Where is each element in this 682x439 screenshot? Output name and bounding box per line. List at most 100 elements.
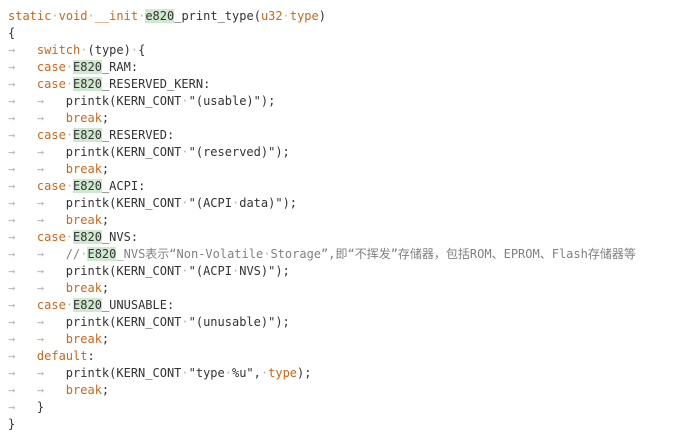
code-line[interactable]: → → printk(KERN_CONT·"(usable)"); xyxy=(8,93,275,110)
whitespace-marker: · xyxy=(181,196,189,210)
whitespace-marker: · xyxy=(181,315,189,329)
whitespace-marker: → → xyxy=(8,213,66,227)
code-token: case xyxy=(36,298,66,312)
code-line[interactable]: → → break; xyxy=(8,280,109,297)
code-token: E820 xyxy=(73,128,102,142)
code-line[interactable]: { xyxy=(8,25,15,42)
code-token: break xyxy=(65,281,102,295)
code-token: break xyxy=(65,111,102,125)
code-token: (type) xyxy=(87,43,131,57)
code-token: E820 xyxy=(73,60,102,74)
whitespace-marker: → → xyxy=(8,145,66,159)
code-line[interactable]: → → printk(KERN_CONT·"(ACPI·data)"); xyxy=(8,195,297,212)
whitespace-marker: → xyxy=(8,128,37,142)
whitespace-marker: · xyxy=(51,9,59,23)
whitespace-marker: · xyxy=(181,264,189,278)
code-line[interactable]: static·void·__init·e820_print_type(u32·t… xyxy=(8,8,326,25)
code-token: case xyxy=(36,60,66,74)
code-token: break xyxy=(65,162,102,176)
whitespace-marker: · xyxy=(65,60,74,74)
code-token: ; xyxy=(101,111,110,125)
whitespace-marker: · xyxy=(130,43,139,57)
whitespace-marker: → xyxy=(8,349,37,363)
code-token: type xyxy=(289,9,319,23)
code-token: "(usable)"); xyxy=(188,94,276,108)
code-token: } xyxy=(36,400,45,414)
code-line[interactable]: → → break; xyxy=(8,331,109,348)
code-line[interactable]: → case·E820_ACPI: xyxy=(8,178,145,195)
code-line[interactable]: → → break; xyxy=(8,382,109,399)
whitespace-marker: · xyxy=(65,179,74,193)
whitespace-marker: → → xyxy=(8,315,66,329)
code-line[interactable]: → case·E820_RESERVED: xyxy=(8,127,174,144)
code-token: default xyxy=(36,349,88,363)
code-token: _print_type( xyxy=(174,9,261,23)
whitespace-marker: · xyxy=(282,9,290,23)
whitespace-marker: · xyxy=(65,128,74,142)
whitespace-marker: → → xyxy=(8,332,66,346)
code-editor[interactable]: static·void·__init·e820_print_type(u32·t… xyxy=(0,0,682,439)
code-token: printk(KERN_CONT xyxy=(65,264,182,278)
code-token: E820 xyxy=(73,298,102,312)
code-token: { xyxy=(138,43,146,57)
code-token: printk(KERN_CONT xyxy=(65,315,182,329)
code-token: : xyxy=(87,349,95,363)
code-token: break xyxy=(65,383,102,397)
whitespace-marker: → xyxy=(8,60,37,74)
code-token: switch xyxy=(36,43,81,57)
code-line[interactable]: } xyxy=(8,416,15,433)
whitespace-marker: · xyxy=(181,94,189,108)
code-token: ; xyxy=(101,383,110,397)
code-token: ; xyxy=(101,162,110,176)
code-token: _RESERVED_KERN: xyxy=(101,77,211,91)
whitespace-marker: · xyxy=(224,366,232,380)
whitespace-marker: → xyxy=(8,179,37,193)
code-token: __init xyxy=(94,9,139,23)
whitespace-marker: → xyxy=(8,298,37,312)
code-line[interactable]: → → printk(KERN_CONT·"(reserved)"); xyxy=(8,144,290,161)
code-line[interactable]: → case·E820_RAM: xyxy=(8,59,138,76)
code-token: _RAM: xyxy=(101,60,139,74)
code-line[interactable]: → → break; xyxy=(8,161,109,178)
code-token: "(unusable)"); xyxy=(188,315,290,329)
code-token: static xyxy=(8,9,52,23)
code-line[interactable]: → switch·(type)·{ xyxy=(8,42,145,59)
whitespace-marker: · xyxy=(65,298,74,312)
whitespace-marker: → → xyxy=(8,196,66,210)
code-token: _NVS表示“Non-Volatile xyxy=(116,247,264,261)
code-line[interactable]: → default: xyxy=(8,348,95,365)
whitespace-marker: → → xyxy=(8,281,66,295)
whitespace-marker: · xyxy=(80,43,88,57)
code-token: "(ACPI xyxy=(188,264,232,278)
code-line[interactable]: → → printk(KERN_CONT·"type·%u",·type); xyxy=(8,365,311,382)
code-line[interactable]: → → //·E820_NVS表示“Non-Volatile·Storage”,… xyxy=(8,246,636,263)
code-line[interactable]: → } xyxy=(8,399,44,416)
code-line[interactable]: → case·E820_NVS: xyxy=(8,229,138,246)
code-token: void xyxy=(58,9,88,23)
code-line[interactable]: → → break; xyxy=(8,212,109,229)
code-line[interactable]: → → break; xyxy=(8,110,109,127)
code-token: ) xyxy=(318,9,326,23)
code-token: printk(KERN_CONT xyxy=(65,366,182,380)
code-line[interactable]: → → printk(KERN_CONT·"(ACPI·NVS)"); xyxy=(8,263,290,280)
code-token: Storage”,即“不挥发”存储器，包括ROM、EPROM、Flash存储器等 xyxy=(270,247,636,261)
code-token: type xyxy=(268,366,298,380)
code-token: break xyxy=(65,213,102,227)
code-token: %u", xyxy=(231,366,261,380)
code-line[interactable]: → case·E820_RESERVED_KERN: xyxy=(8,76,210,93)
code-token: case xyxy=(36,128,66,142)
whitespace-marker: → → xyxy=(8,111,66,125)
code-token: ); xyxy=(297,366,312,380)
code-token: E820 xyxy=(73,230,102,244)
whitespace-marker: · xyxy=(65,230,74,244)
whitespace-marker: → → xyxy=(8,264,66,278)
whitespace-marker: · xyxy=(181,145,189,159)
whitespace-marker: → → xyxy=(8,366,66,380)
code-token: ; xyxy=(101,332,110,346)
code-token: data)"); xyxy=(239,196,298,210)
code-line[interactable]: → case·E820_UNUSABLE: xyxy=(8,297,174,314)
code-token: printk(KERN_CONT xyxy=(65,196,182,210)
code-line[interactable]: → → printk(KERN_CONT·"(unusable)"); xyxy=(8,314,290,331)
code-token: printk(KERN_CONT xyxy=(65,145,182,159)
code-token: ; xyxy=(101,281,110,295)
